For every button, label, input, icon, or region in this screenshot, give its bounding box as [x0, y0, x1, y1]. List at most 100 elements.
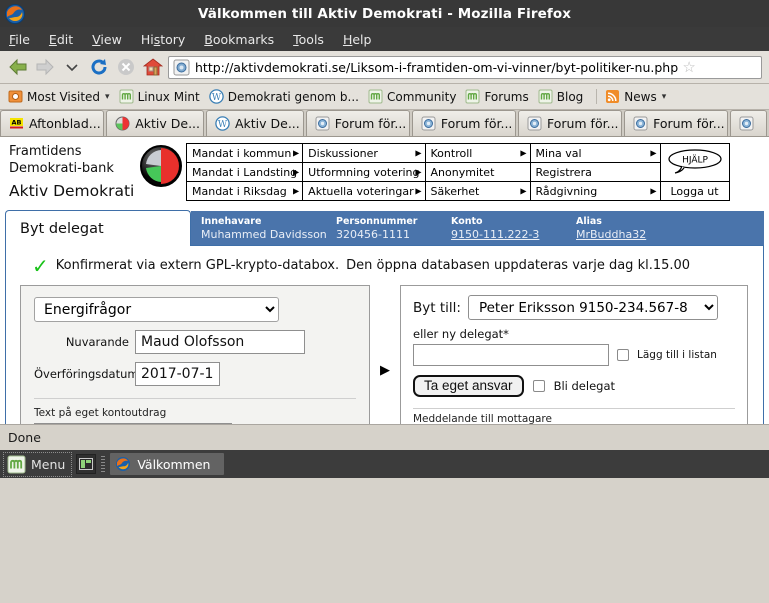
bookmark-star-icon[interactable]: ☆ — [678, 58, 700, 76]
bookmark-separator — [596, 89, 598, 104]
menu-history[interactable]: History — [141, 32, 185, 47]
current-delegate-input[interactable] — [135, 330, 305, 354]
nav-diskussioner[interactable]: Diskussioner — [302, 143, 426, 163]
help-bubble-icon: HJÄLP — [666, 148, 724, 178]
reload-icon[interactable] — [85, 54, 112, 81]
linux-mint-icon — [119, 89, 134, 104]
current-delegate-panel: Energifrågor Nuvarande Överföringsdatum … — [20, 285, 370, 424]
brand-line-1: Framtidens — [9, 144, 82, 159]
tab-label: Aktiv De... — [135, 116, 201, 131]
status-text: Done — [8, 430, 41, 445]
field-label: Innehavare — [201, 215, 262, 227]
nav-row: Mandat i Riksdag Aktuella voteringar Säk… — [185, 181, 730, 201]
status-bar: Done — [0, 424, 769, 450]
chevron-down-icon[interactable]: ▾ — [105, 92, 110, 102]
become-delegate-checkbox[interactable] — [532, 380, 545, 392]
nav-mandat-i-kommun[interactable]: Mandat i kommun — [185, 143, 304, 163]
tab-forum-1[interactable]: Forum för... — [305, 110, 410, 136]
field-value: MrBuddha32 — [576, 227, 647, 241]
tab-aktiv-demokrati-1[interactable]: Aktiv De... — [106, 110, 204, 136]
nav-radgivning[interactable]: Rådgivning — [529, 181, 661, 201]
nav-mina-val[interactable]: Mina val — [529, 143, 661, 163]
current-delegate-row: Nuvarande — [34, 330, 356, 354]
transfer-arrow-icon: ▶ — [380, 363, 390, 378]
home-icon[interactable] — [139, 54, 166, 81]
firefox-logo-icon — [4, 3, 26, 25]
bookmark-label: Blog — [556, 89, 584, 104]
navigation-toolbar: http://aktivdemokrati.se/Liksom-i-framti… — [0, 51, 769, 84]
nav-sakerhet[interactable]: Säkerhet — [424, 181, 531, 201]
globe-icon — [315, 116, 330, 131]
add-to-list-checkbox[interactable] — [617, 349, 629, 361]
chevron-down-icon[interactable] — [58, 54, 85, 81]
transfer-date-row: Överföringsdatum — [34, 362, 356, 386]
bookmark-demokrati-genom-b[interactable]: W Demokrati genom b... — [207, 89, 366, 104]
start-menu-label: Menu — [31, 456, 66, 472]
menu-help[interactable]: Help — [343, 32, 372, 47]
menu-tools[interactable]: Tools — [293, 32, 324, 47]
bookmark-news[interactable]: News ▾ — [603, 89, 673, 104]
nav-registrera[interactable]: Registrera — [529, 162, 661, 182]
wordpress-icon: W — [215, 116, 230, 131]
wordpress-icon: W — [208, 89, 224, 104]
bookmark-linux-mint[interactable]: Linux Mint — [117, 89, 207, 104]
svg-text:AB: AB — [12, 119, 22, 127]
help-button[interactable]: HJÄLP — [659, 143, 730, 182]
tab-aktiv-demokrati-2[interactable]: W Aktiv De... — [205, 110, 304, 136]
menu-bookmarks[interactable]: Bookmarks — [204, 32, 274, 47]
bookmark-forums[interactable]: Forums — [463, 89, 535, 104]
new-delegate-input[interactable] — [413, 344, 609, 366]
nav-utformning-votering[interactable]: Utformning votering — [302, 162, 426, 182]
field-label: Konto — [451, 215, 483, 227]
menu-bar[interactable]: File Edit View History Bookmarks Tools H… — [0, 27, 769, 51]
field-label: Personnummer — [336, 215, 418, 227]
check-icon: ✓ — [32, 253, 49, 278]
taskbar-window-firefox[interactable]: Välkommen — [110, 453, 225, 475]
nav-mandat-i-riksdag[interactable]: Mandat i Riksdag — [185, 181, 304, 201]
brand-line-2: Demokrati-bank — [9, 161, 114, 176]
bookmark-community[interactable]: Community — [366, 89, 463, 104]
nav-kontroll[interactable]: Kontroll — [424, 143, 531, 163]
bookmark-label: News — [624, 89, 657, 104]
start-menu-button[interactable]: Menu — [3, 451, 73, 477]
tab-forum-5[interactable] — [730, 110, 768, 136]
tab-forum-4[interactable]: Forum för... — [624, 110, 729, 136]
tab-forum-3[interactable]: Forum för... — [517, 110, 623, 136]
topic-select[interactable]: Energifrågor — [34, 297, 279, 322]
nav-aktuella-voteringar[interactable]: Aktuella voteringar — [302, 181, 426, 201]
svg-text:HJÄLP: HJÄLP — [682, 154, 708, 165]
url-text[interactable]: http://aktivdemokrati.se/Liksom-i-framti… — [195, 60, 678, 75]
logout-button[interactable]: Logga ut — [659, 181, 730, 201]
linux-mint-icon — [465, 89, 480, 104]
url-bar[interactable]: http://aktivdemokrati.se/Liksom-i-framti… — [168, 55, 762, 79]
bookmark-blog[interactable]: Blog — [536, 89, 591, 104]
panel-tab-row: Byt delegat Innehavare Muhammed Davidsso… — [5, 210, 764, 246]
switch-to-select[interactable]: Peter Eriksson 9150-234.567-8 — [467, 295, 718, 320]
tab-aftonbladet[interactable]: AB Aftonblad... — [0, 110, 105, 136]
confirmation-text-rest: Den öppna databasen uppdateras varje dag… — [346, 258, 691, 273]
field-label: Alias — [576, 215, 602, 227]
menu-view[interactable]: View — [92, 32, 122, 47]
nav-mandat-i-landsting[interactable]: Mandat i Landsting — [185, 162, 304, 182]
aktiv-demokrati-icon — [115, 116, 130, 131]
field-value: Muhammed Davidsson — [201, 227, 327, 241]
tab-label: Aftonblad... — [29, 116, 101, 131]
back-icon[interactable] — [4, 54, 31, 81]
menu-file[interactable]: File — [9, 32, 30, 47]
bookmark-most-visited[interactable]: Most Visited ▾ — [6, 89, 117, 104]
switch-to-row: Byt till: Peter Eriksson 9150-234.567-8 — [413, 295, 735, 320]
show-desktop-icon[interactable] — [76, 454, 97, 474]
rss-icon — [605, 89, 620, 104]
taskbar-grip[interactable] — [101, 456, 106, 472]
tab-forum-2[interactable]: Forum för... — [411, 110, 516, 136]
tab-byt-delegat-label: Byt delegat — [20, 220, 104, 237]
statement-text-input[interactable] — [34, 423, 232, 424]
tab-byt-delegat[interactable]: Byt delegat — [5, 210, 191, 246]
transfer-date-input[interactable] — [135, 362, 220, 386]
chevron-down-icon[interactable]: ▾ — [662, 92, 667, 102]
window-titlebar: Välkommen till Aktiv Demokrati - Mozilla… — [0, 0, 769, 27]
take-own-responsibility-button[interactable]: Ta eget ansvar — [413, 375, 524, 397]
nav-anonymitet[interactable]: Anonymitet — [424, 162, 531, 182]
add-to-list-label: Lägg till i listan — [637, 349, 717, 361]
menu-edit[interactable]: Edit — [49, 32, 73, 47]
